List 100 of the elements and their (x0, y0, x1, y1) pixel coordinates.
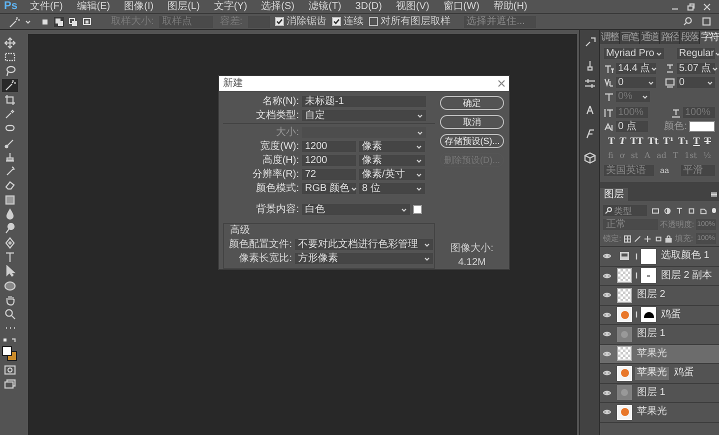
layer-row[interactable]: 图层 2 (600, 286, 719, 306)
menu-item[interactable]: 3D(D) (355, 2, 382, 12)
eye-icon[interactable] (603, 253, 611, 260)
checkbox[interactable] (332, 17, 341, 26)
eye-icon[interactable] (603, 409, 611, 416)
search-field[interactable]: 类型 (603, 205, 647, 216)
panel-tab[interactable]: 字符 (700, 31, 719, 44)
menu-item[interactable]: 帮助(H) (493, 2, 528, 12)
foreground-color-swatch[interactable] (2, 346, 12, 356)
eye-icon[interactable] (603, 272, 611, 279)
dialog-button[interactable]: 取消 (440, 115, 504, 129)
menu-item[interactable]: 图像(I) (124, 2, 154, 12)
tool-button[interactable] (2, 78, 18, 92)
tracking-field[interactable]: 0 (677, 77, 715, 88)
artboard-lock-icon[interactable] (654, 234, 662, 242)
type-icon[interactable] (676, 206, 683, 214)
menu-item[interactable]: 滤镜(T) (308, 2, 342, 12)
transform-icon[interactable] (688, 206, 695, 214)
type-style-button[interactable]: Tt (648, 138, 659, 147)
tolerance-field[interactable] (248, 16, 270, 28)
unit-dropdown[interactable]: 像素 (359, 155, 425, 166)
tool-button[interactable] (2, 93, 18, 106)
dropdown[interactable]: 自定 (302, 110, 426, 121)
menu-item[interactable]: 选择(S) (261, 2, 294, 12)
number-field[interactable]: 1200 (302, 155, 356, 166)
selection-mode-button[interactable] (68, 16, 78, 26)
type-style-button[interactable]: T (704, 138, 711, 147)
leading-field[interactable]: 5.07 点 (677, 63, 715, 74)
name-field[interactable]: 未标题-1 (302, 96, 426, 107)
brush-lock-icon[interactable] (634, 234, 642, 242)
number-field[interactable]: 72 (302, 169, 356, 180)
panel-tab[interactable]: 通道 (640, 31, 660, 44)
type-style-button[interactable]: T₁ (678, 138, 689, 147)
restore-icon[interactable] (687, 2, 695, 10)
quick-mask-icon[interactable] (4, 364, 16, 375)
eye-icon[interactable] (603, 292, 611, 298)
unit-dropdown[interactable]: 像素 (359, 141, 425, 152)
font-size-field[interactable]: 14.4 点 (616, 63, 656, 74)
dialog-button[interactable]: 确定 (440, 96, 504, 110)
layer-row[interactable]: 选取颜色 1 (600, 247, 719, 266)
tool-button[interactable] (2, 50, 18, 64)
padlock-icon[interactable] (664, 234, 672, 242)
dropdown[interactable]: 不要对此文档进行色彩管理 (295, 239, 433, 250)
layer-row[interactable]: 图层 2 副本 (600, 266, 719, 286)
dropdown[interactable]: RGB 颜色 (302, 183, 356, 194)
smart-object-icon[interactable] (700, 206, 707, 214)
selection-mode-button[interactable] (54, 16, 64, 26)
tool-button[interactable] (2, 279, 18, 292)
move-lock-icon[interactable] (644, 234, 652, 242)
panel-tab[interactable]: 路径 (660, 31, 680, 44)
type-style-button[interactable]: T (619, 138, 626, 147)
cube-icon[interactable] (584, 152, 596, 164)
selection-mode-button[interactable] (82, 16, 92, 26)
panel-tab[interactable]: 图层 (600, 188, 628, 201)
eye-icon[interactable] (603, 312, 611, 318)
selection-mode-button[interactable] (40, 16, 50, 26)
panel-menu-icon[interactable] (711, 192, 717, 197)
eye-icon[interactable] (603, 350, 611, 357)
type-style-button[interactable]: T¹ (663, 138, 674, 147)
layer-row[interactable]: 鸡蛋 (600, 306, 719, 325)
eye-icon[interactable] (603, 390, 611, 396)
menu-item[interactable]: 文件(F) (30, 2, 63, 12)
dropdown[interactable]: 方形像素 (295, 253, 433, 264)
sliders-icon[interactable] (584, 78, 596, 90)
magic-wand-icon[interactable] (8, 16, 20, 28)
filter-toggle[interactable] (712, 208, 716, 213)
close-icon[interactable] (703, 2, 711, 10)
type-style-button[interactable]: TT (630, 138, 644, 147)
checker-lock-icon[interactable] (624, 234, 632, 242)
checkbox[interactable] (368, 17, 378, 26)
text-color-swatch[interactable] (689, 121, 715, 132)
menu-item[interactable]: 文字(Y) (214, 2, 248, 12)
eye-icon[interactable] (603, 370, 611, 376)
layer-row[interactable]: 苹果光 (600, 403, 719, 422)
unit-dropdown[interactable]: 像素/英寸 (359, 169, 425, 180)
baseline-shift-field[interactable]: 0 点 (616, 121, 648, 132)
menu-item[interactable]: 图层(L) (168, 2, 200, 12)
panel-tab[interactable]: 调整 (600, 31, 620, 44)
menu-item[interactable]: 编辑(E) (76, 2, 110, 12)
half-circle-icon[interactable] (664, 206, 671, 214)
dialog-button[interactable]: 存储预设(S)... (440, 134, 504, 148)
type-style-button[interactable]: T (693, 138, 700, 147)
swap-colors-icon[interactable] (3, 338, 17, 344)
number-field[interactable]: 1200 (302, 141, 356, 152)
screen-mode-icon[interactable] (4, 379, 16, 390)
menu-item[interactable]: 视图(V) (396, 2, 430, 12)
layer-row[interactable]: 苹果光 (600, 344, 719, 364)
font-family-dropdown[interactable]: Myriad Pro (604, 48, 664, 59)
dropdown[interactable]: 8 位 (359, 183, 425, 194)
workspace-icon[interactable] (702, 17, 711, 26)
tool-button[interactable] (2, 308, 18, 321)
app-logo[interactable]: Ps (4, 1, 16, 12)
layer-row[interactable]: 图层 1 (600, 384, 719, 403)
dropdown[interactable]: 白色 (302, 204, 410, 215)
panel-tab[interactable]: 画笔 (620, 31, 640, 44)
tool-button[interactable] (2, 36, 18, 49)
layer-row[interactable]: 苹果光 鸡蛋 (600, 364, 719, 384)
kerning-field[interactable]: 0 (616, 77, 656, 88)
type-style-button[interactable]: T (608, 138, 615, 147)
checkbox[interactable] (274, 17, 284, 26)
